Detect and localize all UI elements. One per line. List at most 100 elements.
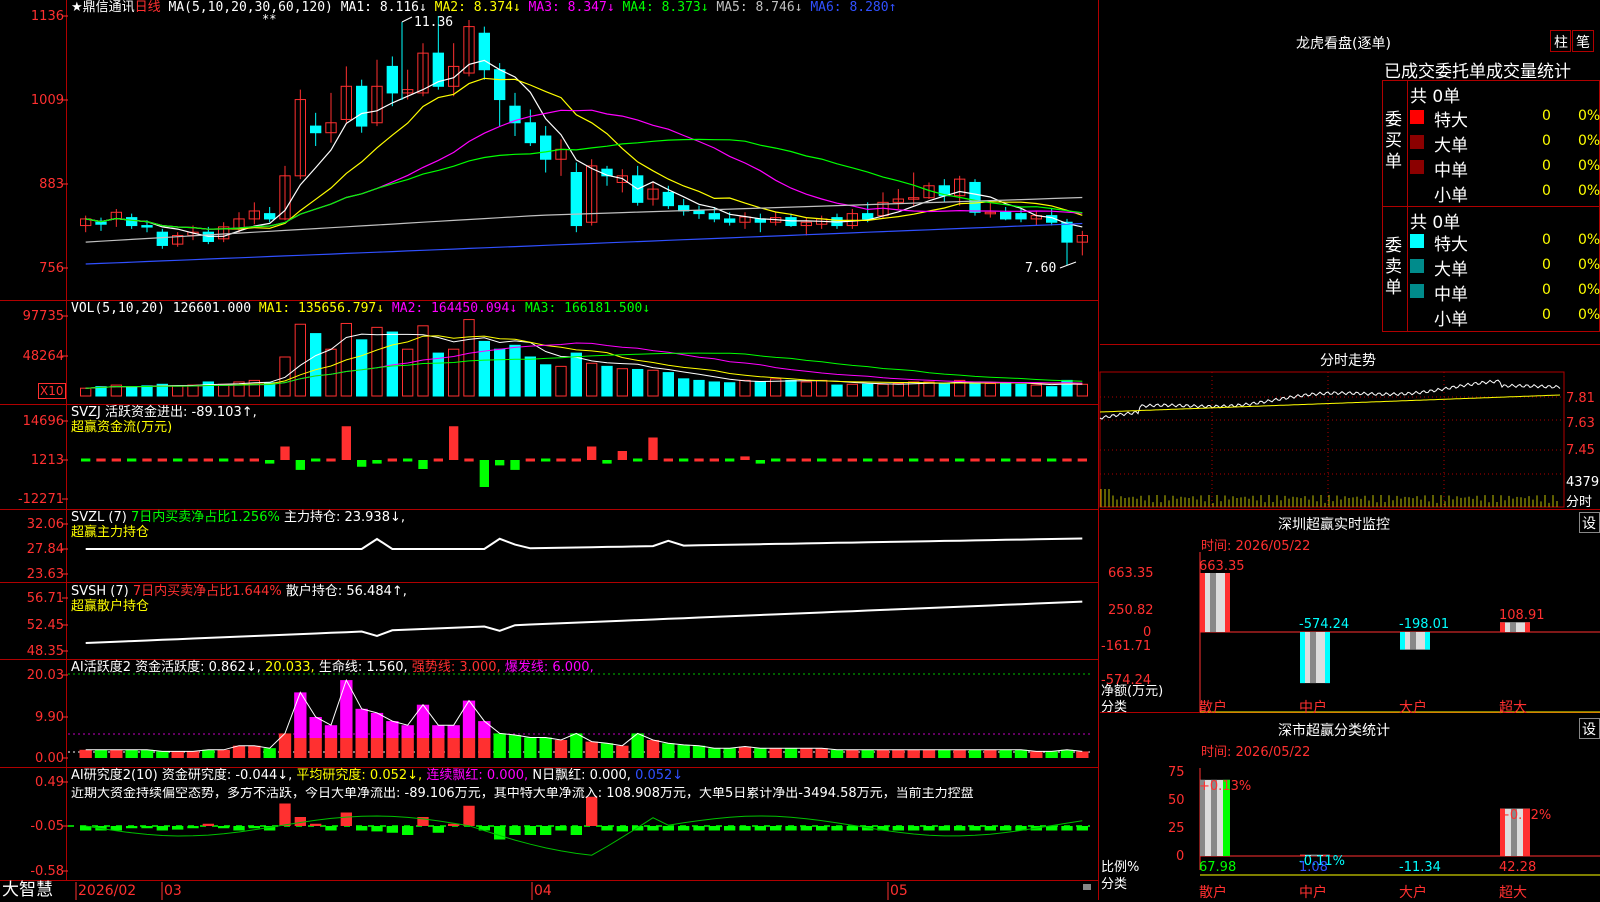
research-bar — [601, 826, 613, 831]
volume-bar — [325, 348, 337, 397]
activity-bar — [232, 745, 246, 758]
activity-bar — [370, 738, 384, 758]
fund-flow-bar — [847, 458, 857, 462]
volume-bar — [708, 381, 721, 397]
period-label[interactable]: 日线 — [135, 0, 161, 15]
activity-line — [85, 678, 1083, 752]
candle-down — [570, 172, 583, 227]
order-type-name: 大单 — [1434, 260, 1468, 280]
activity-bar — [846, 749, 859, 758]
class-category: 大户 — [1399, 885, 1427, 901]
research-bar — [754, 826, 766, 831]
monitor-category: 散户 — [1199, 700, 1227, 716]
vol-ma2: MA2: 164450.094↓ — [391, 301, 518, 316]
fund-flow-bar — [786, 458, 796, 462]
activity-bar — [1030, 751, 1043, 758]
class-tick: 25 — [1168, 821, 1185, 836]
class-tick: 0 — [1176, 849, 1185, 864]
ma-value: MA6: 8.280↑ — [810, 0, 897, 15]
order-type-swatch — [1410, 284, 1424, 298]
vol-label: VOL(5,10,20) — [71, 301, 165, 316]
ma-line — [85, 138, 1083, 230]
fund-flow-bar — [1001, 458, 1011, 462]
date-label: 05 — [890, 883, 908, 899]
svsh-tick: 56.71 — [26, 591, 64, 606]
fund-flow-bar — [464, 458, 474, 462]
class-value-label: 67.98 — [1199, 860, 1237, 875]
stock-name[interactable]: ★鼎信通讯 — [71, 0, 135, 15]
activity-bar — [677, 744, 690, 758]
fund-flow-bar — [955, 458, 965, 462]
brand-logo[interactable]: 大智慧 — [2, 881, 53, 900]
ai2-comment: 近期大资金持续偏空态势，多方不活跃，今日大单净流出: -89.106万元，其中特… — [71, 787, 974, 801]
monitor-category: 中户 — [1299, 700, 1327, 716]
vol-unit-badge[interactable]: X10 — [38, 383, 66, 399]
star-marker: ** — [262, 12, 277, 26]
fund-flow-bar — [771, 458, 781, 462]
fund-flow-bar — [219, 458, 229, 462]
research-bar — [494, 826, 506, 840]
fund-flow-bar — [249, 458, 259, 462]
ma-line — [85, 109, 1083, 230]
order-type-name: 特大 — [1434, 235, 1468, 255]
volume-bar — [463, 319, 475, 397]
class-value-label: -11.34 — [1399, 860, 1441, 875]
research-bar — [586, 796, 598, 826]
activity-bar — [508, 735, 522, 758]
order-count: 0 — [1542, 282, 1551, 298]
research-bar — [831, 826, 843, 831]
order-pct: 0% — [1578, 133, 1600, 149]
volume-bar — [616, 368, 629, 397]
activity-bar — [478, 721, 491, 738]
research-bar — [172, 826, 184, 830]
fund-flow-bar — [495, 460, 505, 466]
order-pct: 0% — [1578, 307, 1600, 323]
ma-value: MA2: 8.374↓ — [434, 0, 529, 15]
activity-bar — [784, 748, 798, 758]
fund-flow-bar — [265, 460, 275, 464]
fund-flow-bar — [878, 458, 888, 462]
class-value-label: 42.28 — [1499, 860, 1537, 875]
order-count: 0 — [1542, 232, 1551, 248]
fund-flow-bar — [909, 458, 919, 462]
candle-down — [478, 32, 490, 71]
volume-bar — [524, 356, 537, 397]
ma-line — [85, 77, 1083, 230]
volume-bar — [601, 365, 613, 397]
volume-bar — [294, 323, 306, 397]
svzj-bars — [81, 426, 1087, 487]
kline-tick: 883 — [39, 177, 64, 192]
fund-flow-bar — [755, 460, 765, 464]
svzj-sub: 超赢资金流(万元) — [71, 420, 173, 435]
fund-flow-bar — [709, 458, 719, 462]
fund-flow-bar — [832, 458, 842, 462]
activity-bar — [800, 748, 813, 758]
monitor-category: 超大 — [1499, 700, 1527, 716]
research-bar — [356, 826, 368, 831]
activity-bar — [324, 725, 338, 738]
class-settings-button[interactable]: 设 — [1579, 718, 1600, 739]
candle-down — [156, 231, 169, 246]
monitor-settings-button[interactable]: 设 — [1579, 512, 1600, 533]
activity-bar — [370, 712, 384, 738]
ai2-label: AI研究度2(10) — [71, 768, 158, 783]
activity-bar — [401, 725, 414, 738]
order-count: 0 — [1542, 158, 1551, 174]
monitor-value-label: -574.24 — [1299, 617, 1350, 632]
fund-flow-bar — [985, 458, 995, 462]
volume-bar — [862, 383, 874, 397]
class-change-label: +0.02% — [1499, 807, 1552, 823]
tab-bar-chart[interactable]: 柱 — [1550, 30, 1571, 52]
kline-tick: 1136 — [30, 9, 64, 24]
svsh-sub: 超赢散户持仓 — [71, 599, 150, 614]
volume-bar — [141, 385, 153, 397]
buy-total: 共 0单 — [1410, 87, 1461, 107]
order-type-name: 特大 — [1434, 111, 1468, 131]
sell-orders-label: 委卖单 — [1385, 236, 1402, 298]
volume-bar — [402, 348, 414, 397]
fund-flow-bar — [418, 460, 428, 469]
monitor-title: 深圳超赢实时监控 — [1278, 517, 1390, 533]
tab-stroke-chart[interactable]: 笔 — [1572, 30, 1594, 52]
activity-bar — [585, 741, 598, 758]
activity-bar — [1045, 751, 1058, 758]
